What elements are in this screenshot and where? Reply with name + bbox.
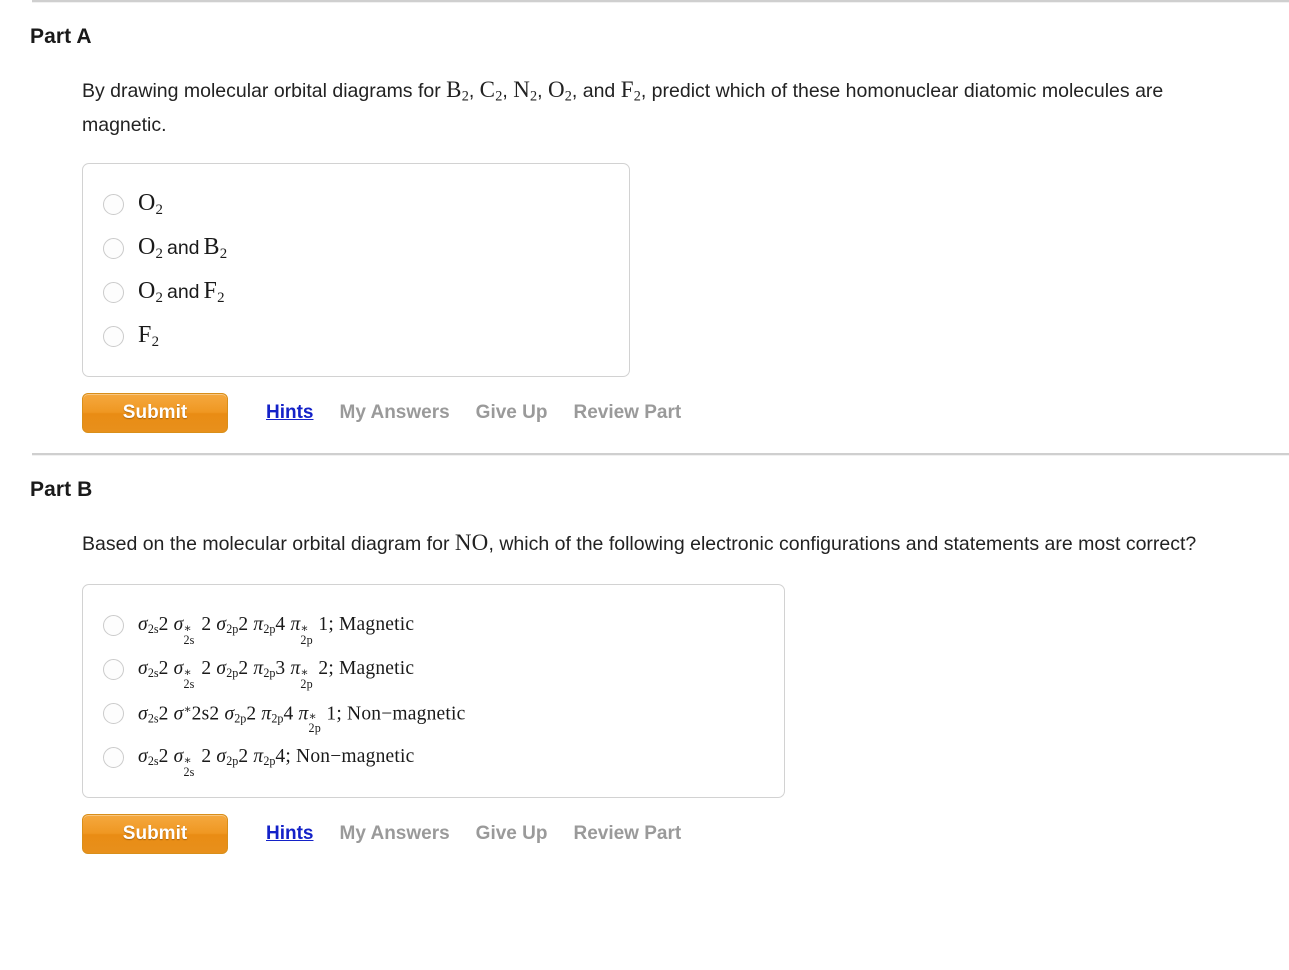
sep-2: , [502, 80, 514, 102]
assignment-page: Part A By drawing molecular orbital diag… [0, 0, 1289, 970]
part-b-body: Based on the molecular orbital diagram f… [82, 524, 1249, 855]
part-a-section: Part A By drawing molecular orbital diag… [0, 25, 1289, 434]
part-b-option-2-label: σ2s2 σ ∗ 2s 2 σ2p2 π2p3 π ∗ 2p 2; Magnetic [138, 658, 415, 691]
part-a-give-up-link[interactable]: Give Up [476, 402, 548, 424]
part-b-my-answers-link[interactable]: My Answers [340, 823, 450, 845]
part-a-option-4[interactable]: F2 [103, 314, 607, 358]
formula-n2: N2 [513, 77, 538, 105]
sep-1: , [468, 80, 480, 102]
part-a-my-answers-link[interactable]: My Answers [340, 402, 450, 424]
radio-button-icon[interactable] [103, 237, 124, 259]
part-a-body: By drawing molecular orbital diagrams fo… [82, 71, 1249, 434]
section-divider-b [32, 453, 1289, 457]
radio-button-icon[interactable] [103, 658, 124, 680]
part-b-give-up-link[interactable]: Give Up [476, 823, 548, 845]
radio-button-icon[interactable] [103, 746, 124, 768]
part-a-option-3-label: O2 and F2 [138, 278, 225, 306]
part-a-title: Part A [30, 25, 92, 48]
part-a-review-part-link[interactable]: Review Part [573, 402, 681, 424]
part-a-submit-button[interactable]: Submit [82, 393, 228, 434]
part-a-actions: Submit Hints My Answers Give Up Review P… [82, 393, 1249, 434]
part-b-option-1[interactable]: σ2s2 σ ∗ 2s 2 σ2p2 π2p4 π ∗ 2p 1; Magnetic [103, 603, 762, 647]
sep-3: , [537, 80, 548, 102]
question-text-lead: By drawing molecular orbital diagrams fo… [82, 80, 447, 102]
part-b-submit-button[interactable]: Submit [82, 814, 228, 855]
section-divider-a [32, 0, 1289, 3]
part-a-option-2[interactable]: O2 and B2 [103, 226, 607, 270]
part-b-link-group: Hints My Answers Give Up Review Part [266, 823, 681, 845]
part-b-option-3[interactable]: σ2s2 σ∗2s2 σ2p2 π2p4 π ∗ 2p 1; Non−magnetic [103, 691, 762, 735]
part-b-option-3-label: σ2s2 σ∗2s2 σ2p2 π2p4 π ∗ 2p 1; Non−magnetic [138, 701, 466, 736]
part-b-actions: Submit Hints My Answers Give Up Review P… [82, 814, 1249, 855]
part-b-answer-box: σ2s2 σ ∗ 2s 2 σ2p2 π2p4 π ∗ 2p 1; Magnetic σ2s… [82, 584, 785, 799]
part-b-option-4-label: σ2s2 σ ∗ 2s 2 σ2p2 π2p4; Non−magnetic [138, 746, 415, 779]
part-a-link-group: Hints My Answers Give Up Review Part [266, 402, 681, 424]
radio-button-icon[interactable] [103, 614, 124, 636]
part-b-option-2[interactable]: σ2s2 σ ∗ 2s 2 σ2p2 π2p3 π ∗ 2p 2; Magnetic [103, 647, 762, 691]
part-a-option-4-label: F2 [138, 322, 159, 350]
part-b-title: Part B [30, 478, 93, 502]
part-a-question: By drawing molecular orbital diagrams fo… [82, 71, 1242, 141]
part-a-answer-box: O2 O2 and B2 O2 and F2 F2 [82, 163, 630, 378]
part-a-hints-link[interactable]: Hints [266, 402, 314, 424]
formula-f2: F2 [620, 77, 641, 105]
part-b-section: Part B Based on the molecular orbital di… [0, 478, 1289, 855]
radio-button-icon[interactable] [103, 193, 124, 215]
part-a-option-1[interactable]: O2 [103, 182, 607, 226]
part-a-option-3[interactable]: O2 and F2 [103, 270, 607, 314]
part-b-option-4[interactable]: σ2s2 σ ∗ 2s 2 σ2p2 π2p4; Non−magnetic [103, 735, 762, 779]
question-text-lead: Based on the molecular orbital diagram f… [82, 533, 455, 556]
formula-c2: C2 [479, 77, 503, 105]
radio-button-icon[interactable] [103, 281, 124, 303]
question-text-tail: , which of the following electronic conf… [488, 533, 1197, 556]
part-b-option-1-label: σ2s2 σ ∗ 2s 2 σ2p2 π2p4 π ∗ 2p 1; Magnetic [138, 614, 415, 647]
part-b-question: Based on the molecular orbital diagram f… [82, 524, 1242, 562]
radio-button-icon[interactable] [103, 702, 124, 724]
part-b-review-part-link[interactable]: Review Part [573, 823, 681, 845]
formula-o2: O2 [547, 77, 572, 105]
sep-4: , and [571, 80, 621, 102]
part-b-hints-link[interactable]: Hints [266, 823, 314, 845]
part-a-option-1-label: O2 [138, 190, 163, 218]
formula-b2: B2 [446, 77, 469, 105]
part-a-option-2-label: O2 and B2 [138, 234, 228, 262]
formula-no: NO [454, 530, 489, 556]
radio-button-icon[interactable] [103, 325, 124, 347]
